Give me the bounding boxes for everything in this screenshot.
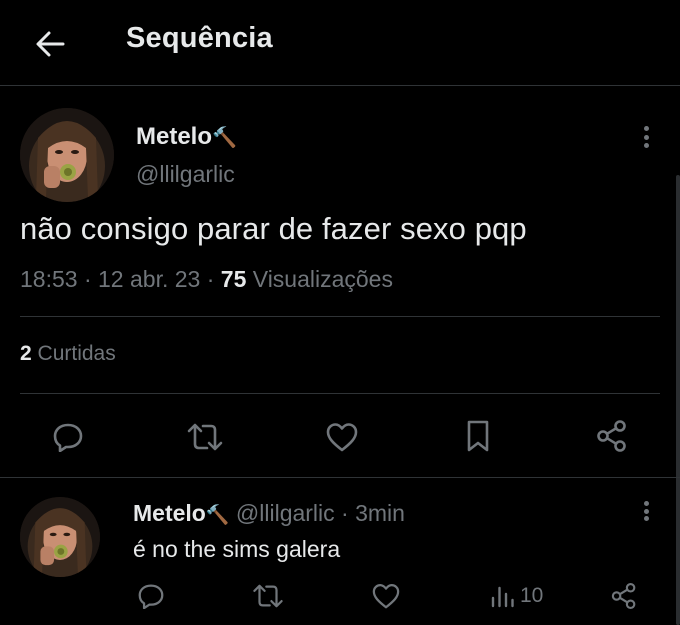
avatar-image	[20, 108, 114, 202]
hammer-icon: 🔨	[205, 505, 230, 526]
views-count: 10	[520, 584, 544, 607]
reply-tweet[interactable]: Metelo🔨 @llilgarlic · 3min é no the sims…	[0, 477, 680, 625]
reply-button[interactable]	[133, 580, 169, 612]
likes-count: 2	[20, 342, 32, 365]
separator: ·	[341, 500, 349, 526]
thread-header: Sequência	[0, 0, 680, 86]
share-button[interactable]	[606, 580, 642, 612]
avatar-image	[20, 497, 100, 577]
like-button[interactable]	[368, 580, 404, 612]
bookmark-icon	[467, 420, 489, 452]
back-button[interactable]	[30, 24, 70, 64]
avatar[interactable]	[20, 497, 100, 577]
share-icon	[597, 420, 626, 452]
more-dots-icon	[643, 501, 649, 506]
reply-header: Metelo🔨 @llilgarlic · 3min	[133, 500, 405, 527]
like-icon	[372, 584, 400, 609]
likes-label: Curtidas	[37, 342, 116, 365]
share-icon	[611, 582, 636, 610]
display-name[interactable]: Metelo🔨	[136, 123, 237, 151]
tweet-date[interactable]: 12 abr. 23	[98, 266, 200, 292]
hammer-icon: 🔨	[212, 127, 237, 149]
tweet-metadata: 18:53 · 12 abr. 23 · 75 Visualizações	[20, 266, 393, 292]
views-label: Visualizações	[252, 266, 393, 292]
tweet-text: não consigo parar de fazer sexo pqp	[20, 211, 527, 246]
retweet-button[interactable]	[248, 580, 288, 612]
arrow-left-icon	[36, 31, 65, 57]
like-icon	[326, 423, 358, 452]
user-handle[interactable]: @llilgarlic	[136, 161, 235, 188]
reply-button[interactable]	[48, 420, 88, 454]
share-button[interactable]	[592, 418, 632, 454]
retweet-icon	[253, 584, 283, 608]
divider	[20, 393, 660, 394]
tweet-time[interactable]: 18:53	[20, 266, 78, 292]
like-button[interactable]	[322, 420, 362, 454]
user-handle[interactable]: @llilgarlic	[236, 500, 335, 526]
bookmark-button[interactable]	[458, 418, 498, 454]
retweet-button[interactable]	[183, 420, 227, 454]
more-options-button[interactable]	[634, 122, 658, 152]
more-options-button[interactable]	[634, 498, 658, 524]
more-dots-icon	[643, 126, 649, 131]
likes-summary[interactable]: 2 Curtidas	[20, 342, 116, 366]
avatar[interactable]	[20, 108, 114, 202]
display-name[interactable]: Metelo	[133, 500, 206, 526]
page-title: Sequência	[126, 22, 273, 54]
views-icon	[491, 586, 514, 608]
views-count: 75	[220, 266, 247, 292]
reply-icon	[138, 584, 164, 609]
divider	[20, 316, 660, 317]
reply-icon	[53, 423, 83, 452]
tweet-time[interactable]: 3min	[355, 500, 405, 526]
retweet-icon	[187, 423, 223, 451]
tweet-text: é no the sims galera	[133, 536, 341, 562]
views-button[interactable]: 10	[490, 580, 560, 612]
